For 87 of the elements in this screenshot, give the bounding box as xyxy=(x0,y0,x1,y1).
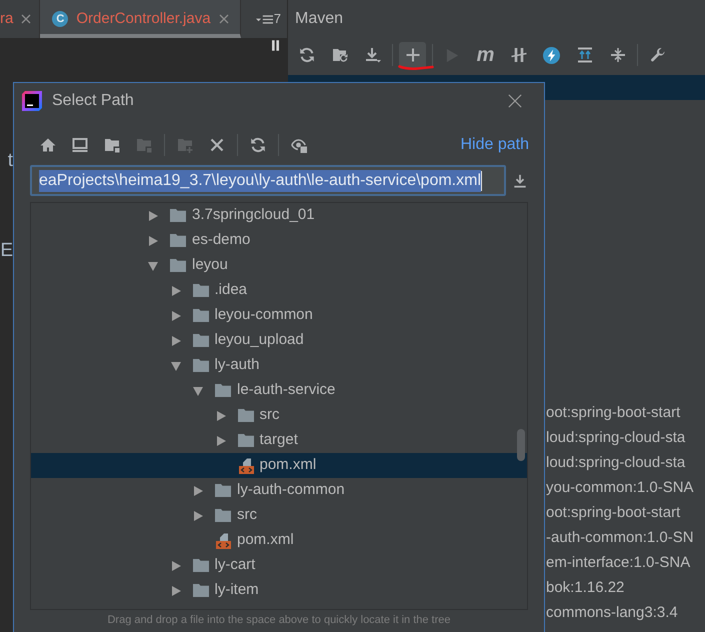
expand-icon xyxy=(576,47,592,63)
add-button[interactable] xyxy=(399,42,426,68)
download-icon xyxy=(513,174,527,188)
disclosure-triangle-icon[interactable] xyxy=(216,436,226,446)
disclosure-triangle-icon[interactable] xyxy=(216,410,226,420)
folder-icon xyxy=(170,209,186,222)
folder-icon xyxy=(215,509,231,522)
execute-goal-button[interactable]: m xyxy=(472,42,499,68)
tree-item[interactable]: src xyxy=(31,503,527,528)
dependency-item[interactable]: bok:1.16.22 xyxy=(546,575,624,600)
tree-item[interactable]: pom.xml xyxy=(31,453,527,478)
folder-icon xyxy=(192,309,208,322)
disclosure-triangle-icon[interactable] xyxy=(170,560,180,570)
folder-icon xyxy=(170,259,186,272)
disclosure-triangle-icon[interactable] xyxy=(148,210,158,220)
logo-icon xyxy=(22,90,42,110)
code-text: E xyxy=(0,239,13,263)
tree-item[interactable]: target xyxy=(31,428,527,453)
tree-item[interactable]: leyou xyxy=(31,253,527,278)
lightning-icon xyxy=(543,46,560,64)
disclosure-triangle-icon[interactable] xyxy=(148,260,158,270)
collapse-icon xyxy=(610,47,626,63)
tree-item[interactable]: leyou_upload xyxy=(31,328,527,353)
tree-item[interactable]: leyou-common xyxy=(31,303,527,328)
disclosure-triangle-icon[interactable] xyxy=(193,486,203,496)
disclosure-triangle-icon[interactable] xyxy=(170,286,180,296)
hint-text: Drag and drop a file into the space above to quickly locate it in the tree xyxy=(107,613,451,628)
disclosure-triangle-icon[interactable] xyxy=(170,310,180,320)
xml-file-icon xyxy=(238,458,254,474)
folder-icon xyxy=(192,559,208,572)
disclosure-triangle-icon[interactable] xyxy=(193,386,203,396)
close-button[interactable] xyxy=(508,94,522,108)
crossed-lines-icon xyxy=(510,47,526,63)
disclosure-triangle-icon[interactable] xyxy=(170,586,180,596)
tree-item[interactable]: .idea xyxy=(31,278,527,303)
download-icon xyxy=(364,47,380,63)
list-icon xyxy=(256,14,273,24)
dependency-item[interactable]: em-interface:1.0-SNA xyxy=(546,550,690,575)
code-text: t xyxy=(8,149,13,173)
folder-icon xyxy=(215,484,231,497)
plus-icon xyxy=(404,47,420,63)
tree-item[interactable]: ly-auth-common xyxy=(31,478,527,503)
dialog-title: Select Path xyxy=(52,90,134,110)
wrench-icon xyxy=(650,47,666,63)
dependency-item[interactable]: oot:spring-boot-start xyxy=(546,500,680,525)
folder-icon xyxy=(192,584,208,597)
folder-icon xyxy=(238,434,254,447)
dependency-item[interactable]: oot:spring-boot-start xyxy=(546,400,680,425)
close-icon[interactable] xyxy=(21,14,32,24)
xml-file-icon xyxy=(215,532,231,548)
hide-path-link[interactable]: Hide path xyxy=(460,133,529,157)
tree-item[interactable]: ly-item xyxy=(31,578,527,603)
disclosure-triangle-icon[interactable] xyxy=(170,336,180,346)
panel-title: Maven xyxy=(295,9,344,29)
download-button[interactable] xyxy=(513,174,527,188)
disclosure-triangle-icon[interactable] xyxy=(148,236,158,246)
close-icon xyxy=(508,94,522,108)
scrollbar-thumb[interactable] xyxy=(517,429,525,461)
refresh-icon xyxy=(298,47,314,63)
folder-icon xyxy=(215,384,231,397)
folder-refresh-icon xyxy=(332,47,348,63)
dependency-item[interactable]: -auth-common:1.0-SN xyxy=(546,525,694,550)
dependency-item[interactable]: commons-lang3:3.4 xyxy=(546,600,678,625)
tree-item[interactable]: ly-auth xyxy=(31,353,527,378)
tab-list-button[interactable]: 7 xyxy=(256,0,281,38)
dependency-item[interactable]: loud:spring-cloud-sta xyxy=(546,425,686,450)
tree-item[interactable]: 3.7springcloud_01 xyxy=(31,203,527,228)
tree-item[interactable]: le-auth-service xyxy=(31,378,527,403)
folder-icon xyxy=(192,334,208,347)
folder-icon xyxy=(192,284,208,297)
tree-item[interactable]: es-demo xyxy=(31,228,527,253)
dependency-item[interactable]: you-common:1.0-SNA xyxy=(546,475,694,500)
close-icon[interactable] xyxy=(218,14,229,24)
editor-tab[interactable]: ra xyxy=(0,0,40,38)
folder-icon xyxy=(238,409,254,422)
folder-icon xyxy=(192,359,208,372)
editor-tab[interactable]: C OrderController.java xyxy=(40,0,241,38)
folder-icon xyxy=(170,234,186,247)
class-icon: C xyxy=(52,11,68,27)
disclosure-triangle-icon[interactable] xyxy=(193,510,203,520)
dependency-item[interactable]: loud:spring-cloud-sta xyxy=(546,450,686,475)
disclosure-triangle-icon[interactable] xyxy=(170,360,180,370)
tree-item[interactable]: pom.xml xyxy=(31,528,527,553)
tree-item[interactable]: ly-cart xyxy=(31,553,527,578)
path-field[interactable]: eaProjects\heima19_3.7\leyou\ly-auth\le-auth-service\pom.xml xyxy=(30,165,506,196)
tree-item[interactable]: src xyxy=(31,403,527,428)
pause-icon[interactable] xyxy=(272,40,279,51)
